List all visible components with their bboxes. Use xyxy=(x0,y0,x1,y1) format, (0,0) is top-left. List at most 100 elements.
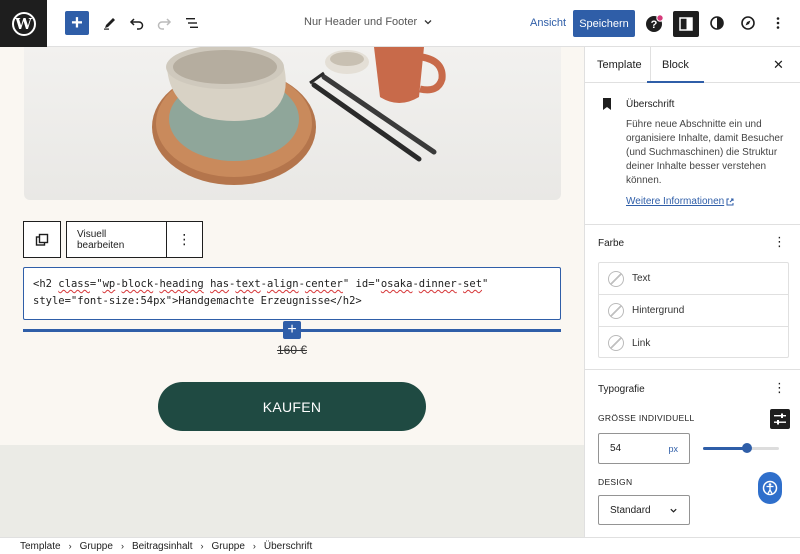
save-button[interactable]: Speichern xyxy=(573,10,635,37)
settings-sidebar-toggle[interactable] xyxy=(673,11,699,37)
bookmark-icon xyxy=(603,98,611,110)
more-info-link[interactable]: Weitere Informationen xyxy=(626,196,724,207)
code-token: =" xyxy=(368,278,381,290)
options-menu-button[interactable] xyxy=(766,11,790,35)
block-transform-button[interactable] xyxy=(23,221,61,258)
font-size-input[interactable]: 54 px xyxy=(598,433,690,464)
code-token: has xyxy=(210,278,230,290)
font-size-value: 54 xyxy=(610,443,622,454)
design-label: DESIGN xyxy=(598,477,633,487)
breadcrumb-item[interactable]: Beitragsinhalt xyxy=(132,541,193,552)
empty-swatch-icon xyxy=(608,270,624,287)
editor-canvas[interactable]: Visuell bearbeiten ⋮ <h2 class="wp-block… xyxy=(0,47,584,537)
help-icon: ? xyxy=(646,14,664,32)
redo-icon xyxy=(157,18,172,30)
tableware-illustration xyxy=(152,47,446,185)
tab-divider xyxy=(650,47,651,83)
code-token: center xyxy=(304,278,343,290)
tab-block[interactable]: Block xyxy=(647,59,704,83)
typography-options-button[interactable]: ⋮ xyxy=(773,380,786,396)
accessibility-icon xyxy=(762,480,778,496)
code-token: heading xyxy=(159,278,204,290)
sliders-icon xyxy=(774,413,786,425)
color-options-button[interactable]: ⋮ xyxy=(773,234,786,250)
custom-size-toggle-button[interactable] xyxy=(770,409,790,429)
compass-button[interactable] xyxy=(736,11,760,35)
tools-button[interactable] xyxy=(98,11,122,35)
more-vertical-icon xyxy=(776,17,780,29)
redo-button[interactable] xyxy=(152,11,176,35)
color-item-link[interactable]: Link xyxy=(599,327,788,359)
add-block-button[interactable]: + xyxy=(65,11,89,35)
close-sidebar-button[interactable]: ✕ xyxy=(773,57,784,73)
custom-html-editor[interactable]: <h2 class="wp-block-heading has-text-ali… xyxy=(23,267,561,320)
list-view-button[interactable] xyxy=(180,11,204,35)
plus-icon: + xyxy=(287,321,297,338)
accessibility-button[interactable] xyxy=(758,472,782,504)
product-image[interactable] xyxy=(24,47,561,200)
code-token: <h2 xyxy=(33,278,59,290)
chevron-down-icon xyxy=(424,20,432,25)
color-section-title: Farbe xyxy=(598,238,625,249)
empty-swatch-icon xyxy=(608,335,624,351)
font-size-unit-select[interactable]: px xyxy=(668,444,678,454)
slider-fill xyxy=(703,447,748,450)
styles-button[interactable] xyxy=(705,11,729,35)
design-value: Standard xyxy=(610,504,651,516)
product-price: 160 € xyxy=(276,343,308,357)
slider-knob[interactable] xyxy=(742,443,753,453)
help-button[interactable]: ? xyxy=(643,11,667,35)
block-title: Überschrift xyxy=(626,99,675,110)
inserter-plus-button[interactable]: + xyxy=(283,321,301,339)
settings-sidebar: Template Block ✕ Überschrift Führe neue … xyxy=(584,47,800,537)
duplicate-icon xyxy=(35,233,49,246)
code-token: =" xyxy=(89,278,103,290)
section-divider xyxy=(585,369,800,370)
color-item-label: Hintergrund xyxy=(632,305,685,316)
empty-swatch-icon xyxy=(608,302,624,319)
more-vertical-icon: ⋮ xyxy=(773,380,786,395)
document-title: Nur Header und Footer xyxy=(304,16,418,28)
tab-template[interactable]: Template xyxy=(597,59,642,71)
buy-button[interactable]: KAUFEN xyxy=(158,382,426,431)
top-toolbar: W + Nur Header und Footer Ansicht Speich… xyxy=(0,0,800,47)
breadcrumb: Template › Gruppe › Beitragsinhalt › Gru… xyxy=(0,537,800,554)
close-icon: ✕ xyxy=(773,57,784,72)
code-line: style="font-size:54px">Handgemachte Erze… xyxy=(33,295,362,307)
design-select[interactable]: Standard xyxy=(598,495,690,525)
color-item-text[interactable]: Text xyxy=(599,263,788,295)
breadcrumb-item-current: Überschrift xyxy=(263,540,313,552)
visual-edit-button[interactable]: Visuell bearbeiten xyxy=(67,229,166,251)
wordpress-icon: W xyxy=(11,11,36,36)
half-circle-icon xyxy=(710,16,724,30)
breadcrumb-item[interactable]: Gruppe xyxy=(80,541,113,552)
block-options-button[interactable]: ⋮ xyxy=(165,222,202,257)
breadcrumb-item[interactable]: Gruppe xyxy=(212,541,245,552)
view-button[interactable]: Ansicht xyxy=(530,17,566,29)
typography-section-title: Typografie xyxy=(598,384,645,395)
block-toolbar-group: Visuell bearbeiten ⋮ xyxy=(66,221,203,258)
code-token: dinner xyxy=(418,278,457,290)
color-item-label: Text xyxy=(632,273,651,284)
compass-icon xyxy=(741,16,755,30)
chevron-right-icon: › xyxy=(68,541,72,551)
code-token: set xyxy=(463,278,483,290)
svg-text:?: ? xyxy=(651,19,658,31)
code-token: align xyxy=(267,278,299,290)
breadcrumb-item[interactable]: Template xyxy=(20,541,61,552)
sidebar-icon xyxy=(679,17,693,31)
color-item-label: Link xyxy=(632,337,651,349)
code-token: block xyxy=(121,278,154,290)
undo-button[interactable] xyxy=(125,11,149,35)
block-description: Führe neue Abschnitte ein und organisier… xyxy=(626,119,784,186)
wordpress-logo-button[interactable]: W xyxy=(0,0,47,47)
chevron-right-icon: › xyxy=(200,541,204,551)
color-item-background[interactable]: Hintergrund xyxy=(599,295,788,327)
chevron-right-icon: › xyxy=(252,541,256,551)
document-title-dropdown[interactable]: Nur Header und Footer xyxy=(304,16,433,28)
plus-icon: + xyxy=(71,11,83,34)
pencil-icon xyxy=(104,18,115,30)
more-info-link-wrap: Weitere Informationen xyxy=(626,196,734,207)
code-token: wp xyxy=(102,278,116,290)
font-size-slider[interactable] xyxy=(703,443,779,453)
